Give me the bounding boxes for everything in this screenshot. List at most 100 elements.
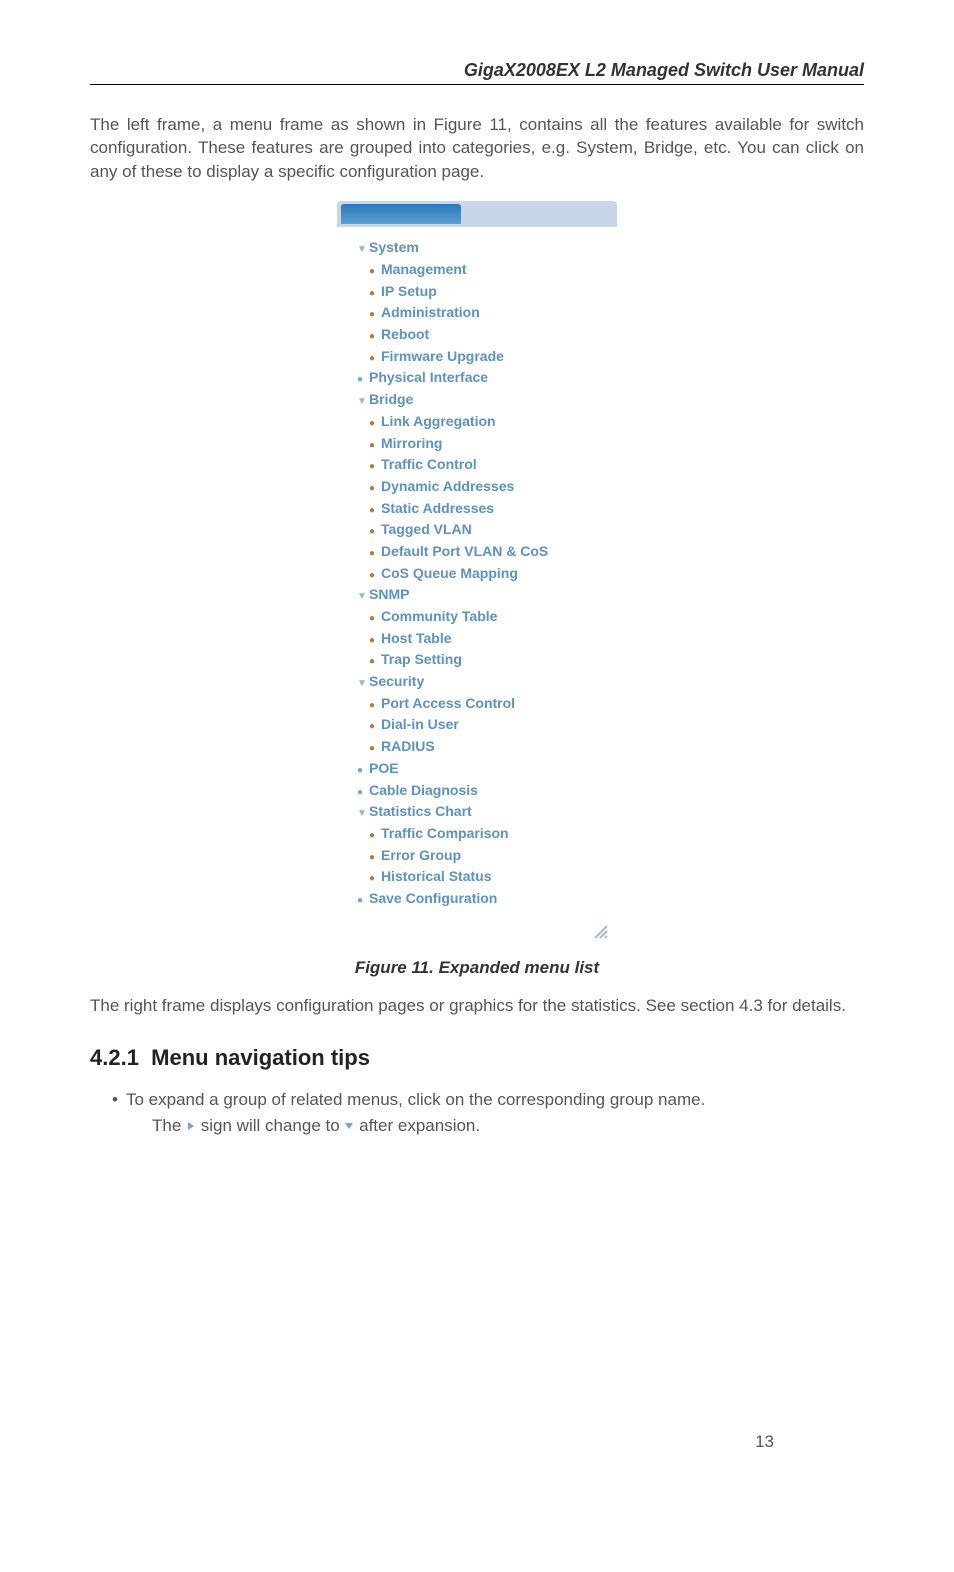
bullet-icon: ●: [369, 503, 381, 519]
menu-top-label: Save Configuration: [369, 890, 497, 906]
resize-grip-icon: [591, 922, 609, 940]
menu-sub-item[interactable]: ●IP Setup: [347, 281, 609, 303]
chevron-down-icon: ▼: [357, 394, 369, 410]
triangle-down-icon: [344, 1116, 354, 1135]
section-heading: 4.2.1 Menu navigation tips: [90, 1045, 864, 1071]
menu-sub-label: Error Group: [381, 847, 461, 863]
bullet-icon: ●: [369, 741, 381, 757]
menu-tabbar: [337, 201, 617, 227]
chevron-down-icon: ▼: [357, 676, 369, 692]
menu-sub-item[interactable]: ●Traffic Comparison: [347, 823, 609, 845]
menu-sub-item[interactable]: ●Port Access Control: [347, 693, 609, 715]
menu-top-label: Statistics Chart: [369, 803, 472, 819]
menu-sub-label: Dial-in User: [381, 716, 459, 732]
page-header-title: GigaX2008EX L2 Managed Switch User Manua…: [90, 60, 864, 85]
menu-sub-item[interactable]: ●RADIUS: [347, 736, 609, 758]
menu-sub-label: Administration: [381, 304, 480, 320]
section-number: 4.2.1: [90, 1045, 139, 1070]
menu-top-item[interactable]: ▼SNMP: [347, 584, 609, 606]
figure-caption: Figure 11. Expanded menu list: [90, 958, 864, 978]
menu-sub-label: CoS Queue Mapping: [381, 565, 518, 581]
menu-sub-item[interactable]: ●CoS Queue Mapping: [347, 563, 609, 585]
menu-active-tab: [341, 204, 461, 224]
menu-sub-label: Firmware Upgrade: [381, 348, 504, 364]
menu-top-label: SNMP: [369, 586, 409, 602]
bullet-icon: ●: [369, 264, 381, 280]
menu-top-label: Bridge: [369, 391, 413, 407]
bullet-icon: ●: [369, 654, 381, 670]
menu-sub-label: Port Access Control: [381, 695, 515, 711]
menu-sub-item[interactable]: ●Mirroring: [347, 433, 609, 455]
menu-sub-item[interactable]: ●Community Table: [347, 606, 609, 628]
menu-sub-label: Management: [381, 261, 467, 277]
menu-sub-label: Host Table: [381, 630, 452, 646]
page-number: 13: [755, 1432, 774, 1452]
menu-sub-item[interactable]: ●Historical Status: [347, 866, 609, 888]
bullet-icon: ●: [357, 763, 369, 779]
chevron-down-icon: ▼: [357, 806, 369, 822]
menu-top-label: POE: [369, 760, 399, 776]
menu-sub-item[interactable]: ●Tagged VLAN: [347, 519, 609, 541]
menu-sub-item[interactable]: ●Error Group: [347, 845, 609, 867]
bullet-icon: ●: [369, 719, 381, 735]
menu-sub-item[interactable]: ●Administration: [347, 302, 609, 324]
tip-bullet-row: • To expand a group of related menus, cl…: [90, 1087, 864, 1113]
bullet-icon: ●: [357, 372, 369, 388]
menu-sub-item[interactable]: ●Link Aggregation: [347, 411, 609, 433]
menu-top-item[interactable]: ▼System: [347, 237, 609, 259]
menu-sub-label: Link Aggregation: [381, 413, 496, 429]
bullet-icon: ●: [369, 698, 381, 714]
menu-top-item[interactable]: ●Physical Interface: [347, 367, 609, 389]
bullet-icon: ●: [369, 351, 381, 367]
menu-top-label: System: [369, 239, 419, 255]
menu-sub-label: Default Port VLAN & CoS: [381, 543, 548, 559]
menu-sub-item[interactable]: ●Dynamic Addresses: [347, 476, 609, 498]
bullet-icon: ●: [369, 611, 381, 627]
bullet-icon: ●: [369, 286, 381, 302]
tip-line-2: The sign will change to after expansion.: [90, 1116, 864, 1136]
menu-top-item[interactable]: ●Cable Diagnosis: [347, 780, 609, 802]
menu-top-item[interactable]: ▼Statistics Chart: [347, 801, 609, 823]
menu-sub-item[interactable]: ●Host Table: [347, 628, 609, 650]
tip-line-2b: sign will change to: [196, 1116, 344, 1135]
bullet-icon: ●: [369, 828, 381, 844]
figure-11-wrap: ▼System●Management●IP Setup●Administrati…: [90, 201, 864, 947]
menu-top-label: Security: [369, 673, 424, 689]
menu-sub-item[interactable]: ●Default Port VLAN & CoS: [347, 541, 609, 563]
menu-sub-item[interactable]: ●Static Addresses: [347, 498, 609, 520]
menu-top-item[interactable]: ▼Bridge: [347, 389, 609, 411]
menu-top-label: Physical Interface: [369, 369, 488, 385]
bullet-icon: ●: [369, 633, 381, 649]
menu-sub-item[interactable]: ●Trap Setting: [347, 649, 609, 671]
menu-sub-item[interactable]: ●Reboot: [347, 324, 609, 346]
menu-sub-label: RADIUS: [381, 738, 435, 754]
menu-top-item[interactable]: ●POE: [347, 758, 609, 780]
menu-sub-label: Traffic Control: [381, 456, 477, 472]
menu-sub-label: Trap Setting: [381, 651, 462, 667]
bullet-icon: ●: [369, 459, 381, 475]
after-paragraph: The right frame displays configuration p…: [90, 994, 864, 1017]
menu-sub-label: Mirroring: [381, 435, 442, 451]
bullet-icon: ●: [357, 893, 369, 909]
tip-line-2a: The: [152, 1116, 186, 1135]
bullet-icon: ●: [369, 438, 381, 454]
menu-sub-label: Static Addresses: [381, 500, 494, 516]
menu-sub-label: Community Table: [381, 608, 497, 624]
bullet-icon: ●: [369, 524, 381, 540]
menu-frame: ▼System●Management●IP Setup●Administrati…: [337, 201, 617, 947]
menu-top-label: Cable Diagnosis: [369, 782, 478, 798]
bullet-icon: ●: [369, 871, 381, 887]
menu-sub-label: Dynamic Addresses: [381, 478, 514, 494]
menu-sub-item[interactable]: ●Dial-in User: [347, 714, 609, 736]
menu-top-item[interactable]: ●Save Configuration: [347, 888, 609, 910]
bullet-icon: ●: [357, 785, 369, 801]
menu-sub-item[interactable]: ●Management: [347, 259, 609, 281]
menu-sub-item[interactable]: ●Traffic Control: [347, 454, 609, 476]
menu-top-item[interactable]: ▼Security: [347, 671, 609, 693]
tip-line-2c: after expansion.: [354, 1116, 480, 1135]
menu-resize-corner: [337, 914, 617, 940]
menu-sub-item[interactable]: ●Firmware Upgrade: [347, 346, 609, 368]
section-title: Menu navigation tips: [151, 1045, 370, 1070]
bullet-icon: ●: [369, 481, 381, 497]
menu-list: ▼System●Management●IP Setup●Administrati…: [337, 237, 617, 913]
